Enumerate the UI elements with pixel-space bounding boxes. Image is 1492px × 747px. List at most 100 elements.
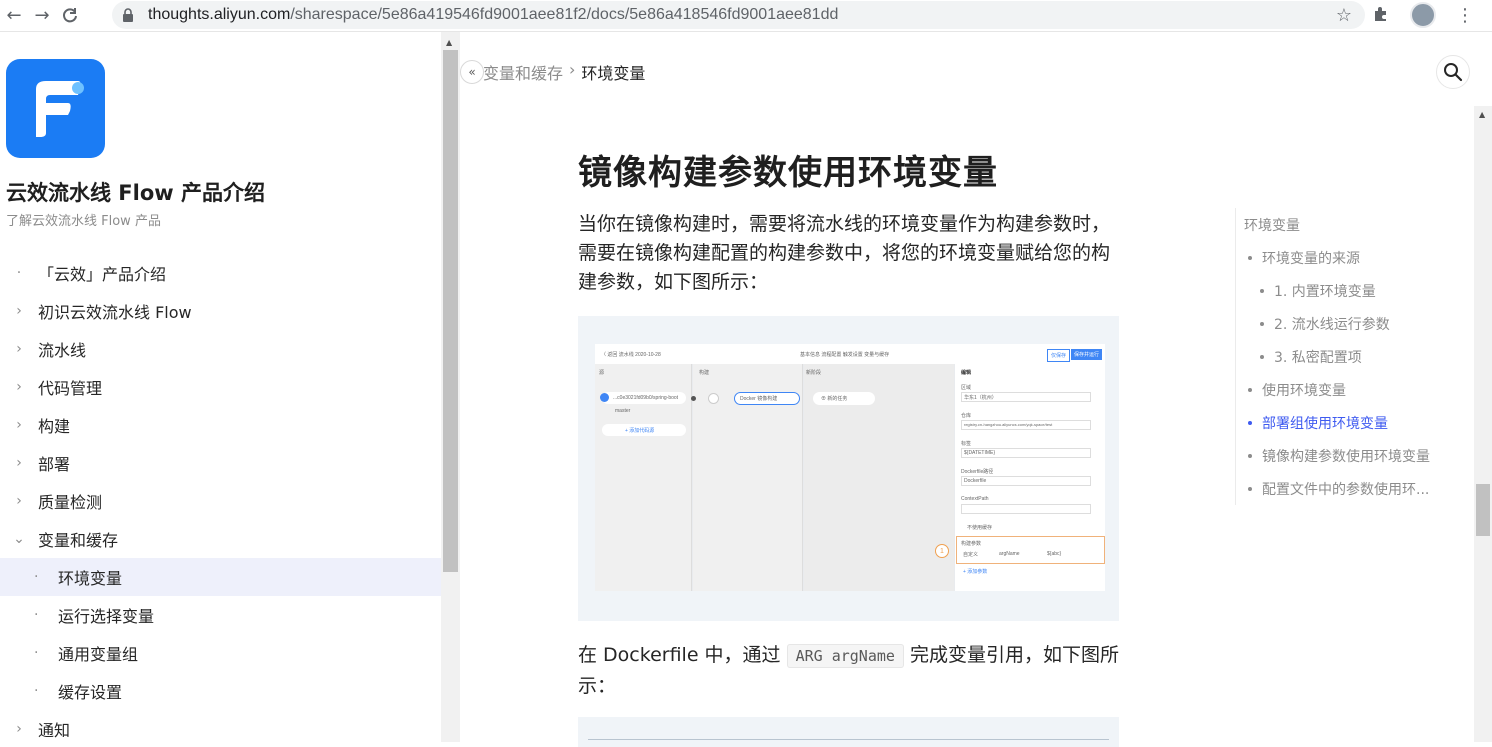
sidebar-item-notify[interactable]: › 通知 <box>0 710 441 742</box>
toc-item-active[interactable]: 部署组使用环境变量 <box>1244 406 1445 439</box>
product-logo <box>6 59 105 158</box>
mini-arg-type: 自定义 <box>963 552 979 558</box>
mini-context-input <box>961 504 1091 514</box>
reload-icon[interactable] <box>56 2 84 30</box>
sidebar-item-label: 质量检测 <box>38 493 103 512</box>
sidebar-item-label: 通用变量组 <box>58 645 139 664</box>
bullet-icon: · <box>34 607 39 623</box>
bullet-icon <box>1248 420 1252 425</box>
mini-branch: master <box>615 408 631 414</box>
bullet-icon: · <box>34 645 39 661</box>
sidebar-item-deploy[interactable]: › 部署 <box>0 444 441 482</box>
breadcrumb-current: 环境变量 <box>581 64 646 83</box>
lock-icon <box>122 8 136 22</box>
chevron-right-icon: › <box>16 379 22 395</box>
scrollbar-thumb[interactable] <box>1476 484 1490 536</box>
sidebar-item-label: 环境变量 <box>58 569 123 588</box>
chevron-right-icon: › <box>16 303 22 319</box>
sidebar-item-var-groups[interactable]: · 通用变量组 <box>0 634 441 672</box>
toc-item[interactable]: 配置文件中的参数使用环... <box>1244 472 1445 505</box>
sidebar-item-variables-cache[interactable]: ⌄ 变量和缓存 <box>0 520 441 558</box>
toc-item-label: 2. 流水线运行参数 <box>1274 316 1390 333</box>
sidebar-item-getting-started[interactable]: › 初识云效流水线 Flow <box>0 292 441 330</box>
mini-callout: 1 <box>935 544 949 558</box>
paragraph: 当你在镜像构建时，需要将流水线的环境变量作为构建参数时，需要在镜像构建配置的构建… <box>578 213 1111 293</box>
screenshot2-line <box>588 739 1109 740</box>
bullet-icon: · <box>34 683 39 699</box>
sidebar-item-label: 「云效」产品介绍 <box>38 265 167 284</box>
mini-col3: 新阶段 <box>806 370 822 376</box>
chevron-right-icon: › <box>16 721 22 737</box>
main-content: « 变量和缓存 › 环境变量 镜像构建参数使用环境变量 当你在镜像构建时，需要将… <box>460 32 1474 747</box>
sidebar-item-product-intro[interactable]: · 「云效」产品介绍 <box>0 254 441 292</box>
menu-icon[interactable]: ⋮ <box>1456 5 1474 26</box>
mini-f-context: ContextPath <box>961 496 989 502</box>
bullet-icon <box>1248 387 1252 392</box>
embedded-screenshot[interactable]: 〈 返回 流水线 2020-10-28 基本信息 流程配置 触发设置 变量与缓存… <box>578 316 1119 621</box>
toc-item[interactable]: 镜像构建参数使用环境变量 <box>1244 439 1445 472</box>
scroll-up-icon[interactable]: ▲ <box>446 38 452 47</box>
sidebar-item-label: 初识云效流水线 Flow <box>38 303 192 322</box>
mini-add-param: + 添加参数 <box>963 569 988 575</box>
scrollbar-thumb[interactable] <box>443 50 458 572</box>
address-bar[interactable]: thoughts.aliyun.com/sharespace/5e86a4195… <box>112 1 1365 29</box>
mini-tabs: 基本信息 流程配置 触发设置 变量与缓存 <box>800 352 890 358</box>
toc-item[interactable]: 1. 内置环境变量 <box>1244 274 1445 307</box>
sidebar-item-label: 变量和缓存 <box>38 531 119 550</box>
mini-f-repo: 仓库 <box>961 413 972 419</box>
forward-icon[interactable]: → <box>28 2 56 30</box>
mini-region-val: 华东1（杭州） <box>964 395 997 401</box>
sidebar-item-pipeline[interactable]: › 流水线 <box>0 330 441 368</box>
screenshot-content: 〈 返回 流水线 2020-10-28 基本信息 流程配置 触发设置 变量与缓存… <box>595 344 1105 591</box>
chevron-down-icon: ⌄ <box>13 531 25 547</box>
sidebar-item-quality[interactable]: › 质量检测 <box>0 482 441 520</box>
page-title: 镜像构建参数使用环境变量 <box>578 153 998 193</box>
sidebar-item-run-vars[interactable]: · 运行选择变量 <box>0 596 441 634</box>
mini-col2: 构建 <box>699 370 710 376</box>
toc-title[interactable]: 环境变量 <box>1244 208 1445 241</box>
bullet-icon <box>1248 255 1252 260</box>
search-icon <box>1444 63 1463 82</box>
sidebar-item-build[interactable]: › 构建 <box>0 406 441 444</box>
bullet-icon: · <box>16 265 22 281</box>
breadcrumb-parent[interactable]: 变量和缓存 <box>483 60 563 84</box>
sidebar-item-env-vars[interactable]: · 环境变量 <box>0 558 441 596</box>
extensions-icon[interactable] <box>1372 4 1390 27</box>
search-button[interactable] <box>1436 55 1470 89</box>
collapse-sidebar-button[interactable]: « <box>460 60 484 84</box>
mini-source-name: ...c0e3021fd09b0/spring-boot <box>613 395 679 401</box>
profile-avatar[interactable] <box>1410 2 1436 28</box>
sidebar: 云效流水线 Flow 产品介绍 了解云效流水线 Flow 产品 · 「云效」产品介… <box>0 32 441 742</box>
sidebar-item-code[interactable]: › 代码管理 <box>0 368 441 406</box>
mini-dockerfile-val: Dockerfile <box>964 478 987 484</box>
sidebar-nav: · 「云效」产品介绍 › 初识云效流水线 Flow › 流水线 › 代码管理 › 构建 ›… <box>0 254 441 742</box>
chevron-right-icon: › <box>16 417 22 433</box>
main-scrollbar[interactable]: ▲ <box>1474 106 1492 742</box>
chevron-right-icon: › <box>16 493 22 509</box>
mini-f-cache: 不使用缓存 <box>967 525 993 531</box>
mini-source-icon <box>600 393 609 402</box>
paragraph: 在 Dockerfile 中，通过 ARG argName 完成变量引用，如下图… <box>578 640 1123 701</box>
sidebar-item-label: 构建 <box>38 417 71 436</box>
toc-item-label: 环境变量的来源 <box>1262 250 1360 267</box>
table-of-contents: 环境变量 环境变量的来源 1. 内置环境变量 2. 流水线运行参数 3. 私密配… <box>1235 208 1445 505</box>
sidebar-scrollbar[interactable]: ▲ <box>441 32 460 742</box>
embedded-screenshot-2[interactable] <box>578 717 1119 747</box>
mini-f-args: 构建参数 <box>961 541 982 547</box>
toc-item[interactable]: 使用环境变量 <box>1244 373 1445 406</box>
scroll-up-icon[interactable]: ▲ <box>1479 110 1485 119</box>
toc-item-label: 3. 私密配置项 <box>1274 349 1362 366</box>
mini-col1: 源 <box>599 370 605 376</box>
sidebar-item-label: 部署 <box>38 455 71 474</box>
toc-item-label: 使用环境变量 <box>1262 382 1346 399</box>
paragraph-text: 在 Dockerfile 中，通过 <box>578 644 787 666</box>
toc-item[interactable]: 环境变量的来源 <box>1244 241 1445 274</box>
inline-code: ARG argName <box>786 644 904 668</box>
url-host: thoughts.aliyun.com <box>148 6 291 23</box>
product-title: 云效流水线 Flow 产品介绍 <box>6 181 265 205</box>
toc-item[interactable]: 2. 流水线运行参数 <box>1244 307 1445 340</box>
back-icon[interactable]: ← <box>0 2 28 30</box>
sidebar-item-cache[interactable]: · 缓存设置 <box>0 672 441 710</box>
toc-item[interactable]: 3. 私密配置项 <box>1244 340 1445 373</box>
star-icon[interactable]: ☆ <box>1336 5 1352 26</box>
